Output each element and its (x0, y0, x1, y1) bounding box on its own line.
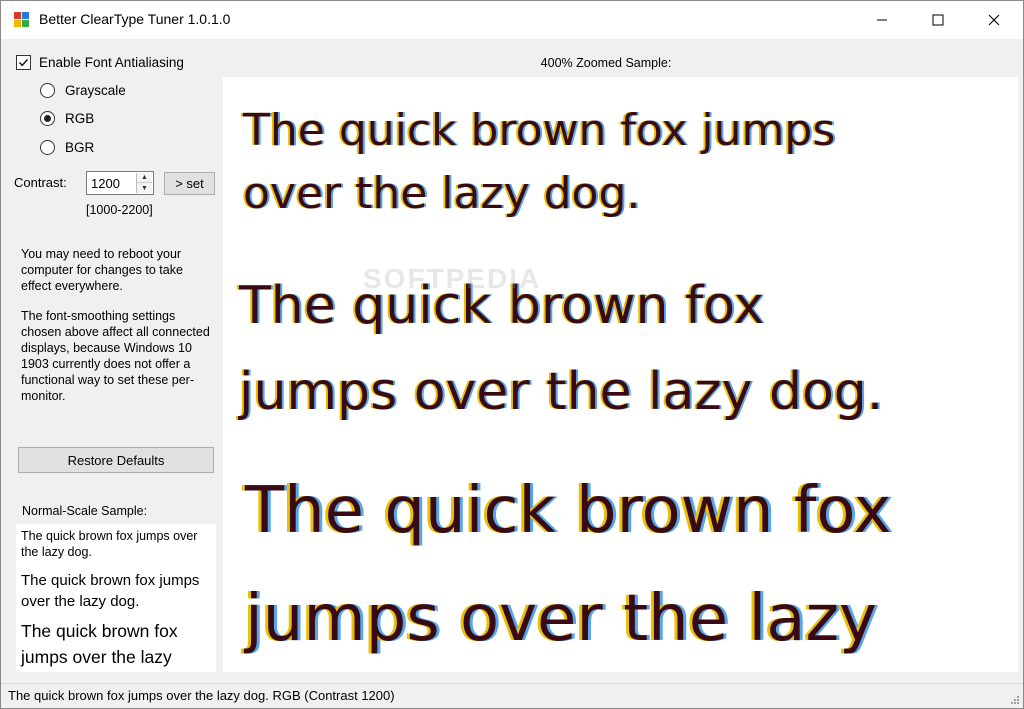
normal-sample-title: Normal-Scale Sample: (22, 504, 148, 518)
radio-label-grayscale: Grayscale (65, 83, 126, 98)
contrast-label: Contrast: (14, 175, 67, 190)
zoomed-line: The quick brown fox (245, 474, 892, 548)
radio-button-grayscale[interactable] (40, 83, 55, 98)
maximize-icon (932, 14, 944, 26)
minimize-button[interactable] (859, 1, 905, 39)
normal-sample-line-large: The quick brown fox jumps over the lazy (21, 621, 178, 667)
normal-sample-line-medium: The quick brown fox jumps over the lazy … (21, 572, 200, 610)
app-window: Better ClearType Tuner 1.0.1.0 Enable Fo… (0, 0, 1024, 709)
radio-bgr[interactable]: BGR (40, 140, 94, 155)
radio-rgb[interactable]: RGB (40, 111, 94, 126)
contrast-input[interactable] (91, 173, 141, 193)
zoomed-line: over the lazy dog. (243, 168, 641, 219)
zoomed-line: The quick brown fox (239, 276, 765, 336)
contrast-spinner[interactable]: ▲ ▼ (136, 173, 152, 193)
zoomed-sample-block-small: The quick brown fox jumps over the lazy … (243, 99, 835, 225)
radio-selected-dot (44, 115, 51, 122)
title-bar[interactable]: Better ClearType Tuner 1.0.1.0 (1, 1, 1023, 39)
status-bar: The quick brown fox jumps over the lazy … (1, 683, 1023, 708)
zoomed-line: jumps over the lazy (245, 582, 877, 656)
zoomed-line: The quick brown fox jumps (243, 105, 836, 156)
zoomed-sample-title: 400% Zoomed Sample: (540, 56, 672, 70)
maximize-button[interactable] (915, 1, 961, 39)
normal-sample-box: The quick brown fox jumps over the lazy … (16, 524, 216, 672)
window-title: Better ClearType Tuner 1.0.1.0 (39, 11, 231, 27)
zoomed-line: jumps over the lazy dog. (239, 362, 884, 422)
smoothing-note: The font-smoothing settings chosen above… (21, 309, 210, 403)
antialiasing-checkbox[interactable] (16, 55, 31, 70)
contrast-range-hint: [1000-2200] (86, 203, 153, 217)
contrast-stepper[interactable]: ▲ ▼ (86, 171, 154, 195)
set-contrast-button[interactable]: > set (164, 172, 215, 195)
close-button[interactable] (971, 1, 1017, 39)
radio-button-rgb[interactable] (40, 111, 55, 126)
resize-grip-icon[interactable] (1010, 695, 1020, 705)
radio-label-bgr: BGR (65, 140, 95, 155)
zoomed-sample-block-medium: The quick brown fox jumps over the lazy … (239, 263, 883, 435)
normal-sample-line-small: The quick brown fox jumps over the lazy … (21, 529, 198, 559)
antialiasing-label: Enable Font Antialiasing (39, 55, 184, 70)
app-icon (14, 12, 29, 27)
spin-up-icon[interactable]: ▲ (137, 173, 152, 183)
close-icon (988, 14, 1000, 26)
antialiasing-checkbox-row[interactable]: Enable Font Antialiasing (16, 55, 184, 70)
spin-down-icon[interactable]: ▼ (137, 183, 152, 193)
zoomed-sample-block-large: The quick brown fox jumps over the lazy (245, 457, 891, 672)
reboot-note: You may need to reboot your computer for… (21, 247, 183, 293)
watermark: SOFTPEDIA (363, 263, 542, 294)
zoomed-sample-box: The quick brown fox jumps over the lazy … (223, 77, 1018, 672)
radio-label-rgb: RGB (65, 111, 95, 126)
restore-defaults-button[interactable]: Restore Defaults (18, 447, 214, 473)
status-text: The quick brown fox jumps over the lazy … (8, 688, 395, 703)
checkmark-icon (18, 59, 29, 67)
radio-button-bgr[interactable] (40, 140, 55, 155)
radio-grayscale[interactable]: Grayscale (40, 83, 126, 98)
minimize-icon (877, 19, 887, 21)
